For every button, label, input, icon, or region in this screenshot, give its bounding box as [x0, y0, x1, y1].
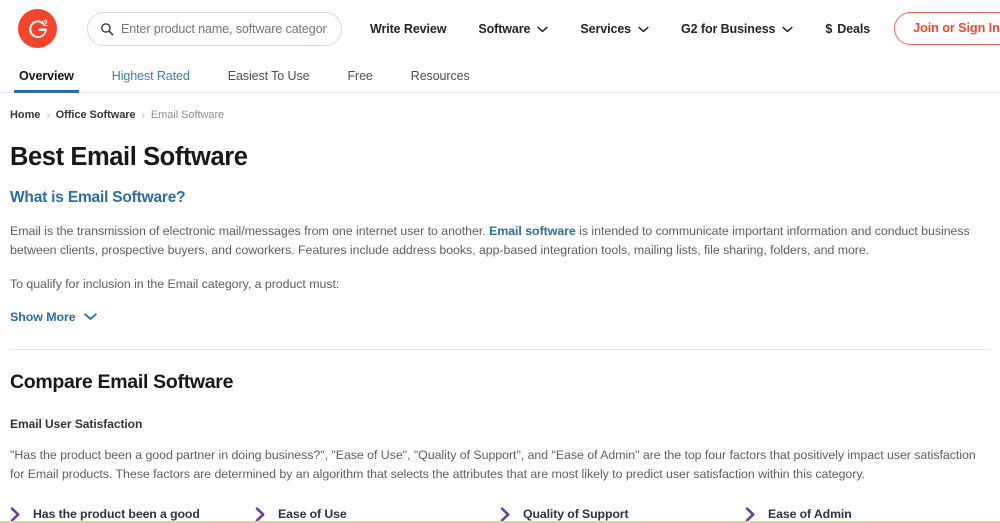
nav-item-write-review[interactable]: Write Review	[370, 22, 446, 36]
breadcrumb-current: Email Software	[151, 109, 224, 121]
search-icon	[100, 22, 114, 36]
nav-label: Write Review	[370, 22, 446, 36]
compare-section-title: Compare Email Software	[10, 371, 990, 394]
main-content: Home › Office Software › Email Software …	[0, 109, 1000, 523]
chevron-down-icon	[84, 310, 97, 324]
nav-label: Software	[478, 22, 530, 36]
search-input[interactable]	[121, 22, 329, 36]
primary-nav: Write Review Software Services G2 for Bu…	[370, 22, 894, 36]
breadcrumb-office-software[interactable]: Office Software	[56, 109, 136, 121]
search-box[interactable]	[87, 12, 342, 46]
nav-item-deals[interactable]: $ Deals	[825, 22, 870, 36]
user-satisfaction-subtitle: Email User Satisfaction	[10, 417, 990, 431]
qualify-text: To qualify for inclusion in the Email ca…	[10, 275, 985, 294]
tab-resources[interactable]: Resources	[411, 69, 470, 92]
show-more-label: Show More	[10, 310, 76, 324]
what-is-email-software-link[interactable]: What is Email Software?	[10, 189, 990, 207]
nav-label: Deals	[837, 22, 870, 36]
breadcrumb-home[interactable]: Home	[10, 109, 40, 121]
tab-label: Easiest To Use	[228, 69, 310, 83]
breadcrumb: Home › Office Software › Email Software	[10, 109, 990, 121]
tab-easiest-to-use[interactable]: Easiest To Use	[228, 69, 310, 92]
tab-label: Overview	[19, 69, 74, 83]
join-or-sign-in-button[interactable]: Join or Sign In	[894, 12, 1000, 45]
email-software-link[interactable]: Email software	[489, 224, 576, 238]
chevron-down-icon	[537, 22, 548, 36]
svg-text:2: 2	[43, 18, 48, 27]
nav-item-services[interactable]: Services	[580, 22, 649, 36]
tab-free[interactable]: Free	[347, 69, 372, 92]
category-tabs: Overview Highest Rated Easiest To Use Fr…	[0, 57, 1000, 93]
chevron-down-icon	[782, 22, 793, 36]
chevron-down-icon	[638, 22, 649, 36]
tab-label: Resources	[411, 69, 470, 83]
satisfaction-description: "Has the product been a good partner in …	[10, 446, 985, 484]
show-more-button[interactable]: Show More	[10, 310, 97, 324]
nav-label: G2 for Business	[681, 22, 775, 36]
nav-item-g2-for-business[interactable]: G2 for Business	[681, 22, 793, 36]
category-description: Email is the transmission of electronic …	[10, 222, 985, 260]
dollar-icon: $	[825, 22, 832, 36]
tab-highest-rated[interactable]: Highest Rated	[112, 69, 190, 92]
site-header: 2 Write Review Software Services	[0, 0, 1000, 57]
tab-label: Free	[347, 69, 372, 83]
section-divider	[10, 349, 990, 350]
page-title: Best Email Software	[10, 143, 990, 172]
g2-logo[interactable]: 2	[18, 9, 57, 48]
tab-overview[interactable]: Overview	[19, 69, 74, 92]
description-part-1: Email is the transmission of electronic …	[10, 224, 489, 238]
breadcrumb-separator-icon: ›	[46, 110, 49, 121]
tab-label: Highest Rated	[112, 69, 190, 83]
nav-label: Services	[580, 22, 631, 36]
nav-item-software[interactable]: Software	[478, 22, 548, 36]
breadcrumb-separator-icon: ›	[142, 110, 145, 121]
